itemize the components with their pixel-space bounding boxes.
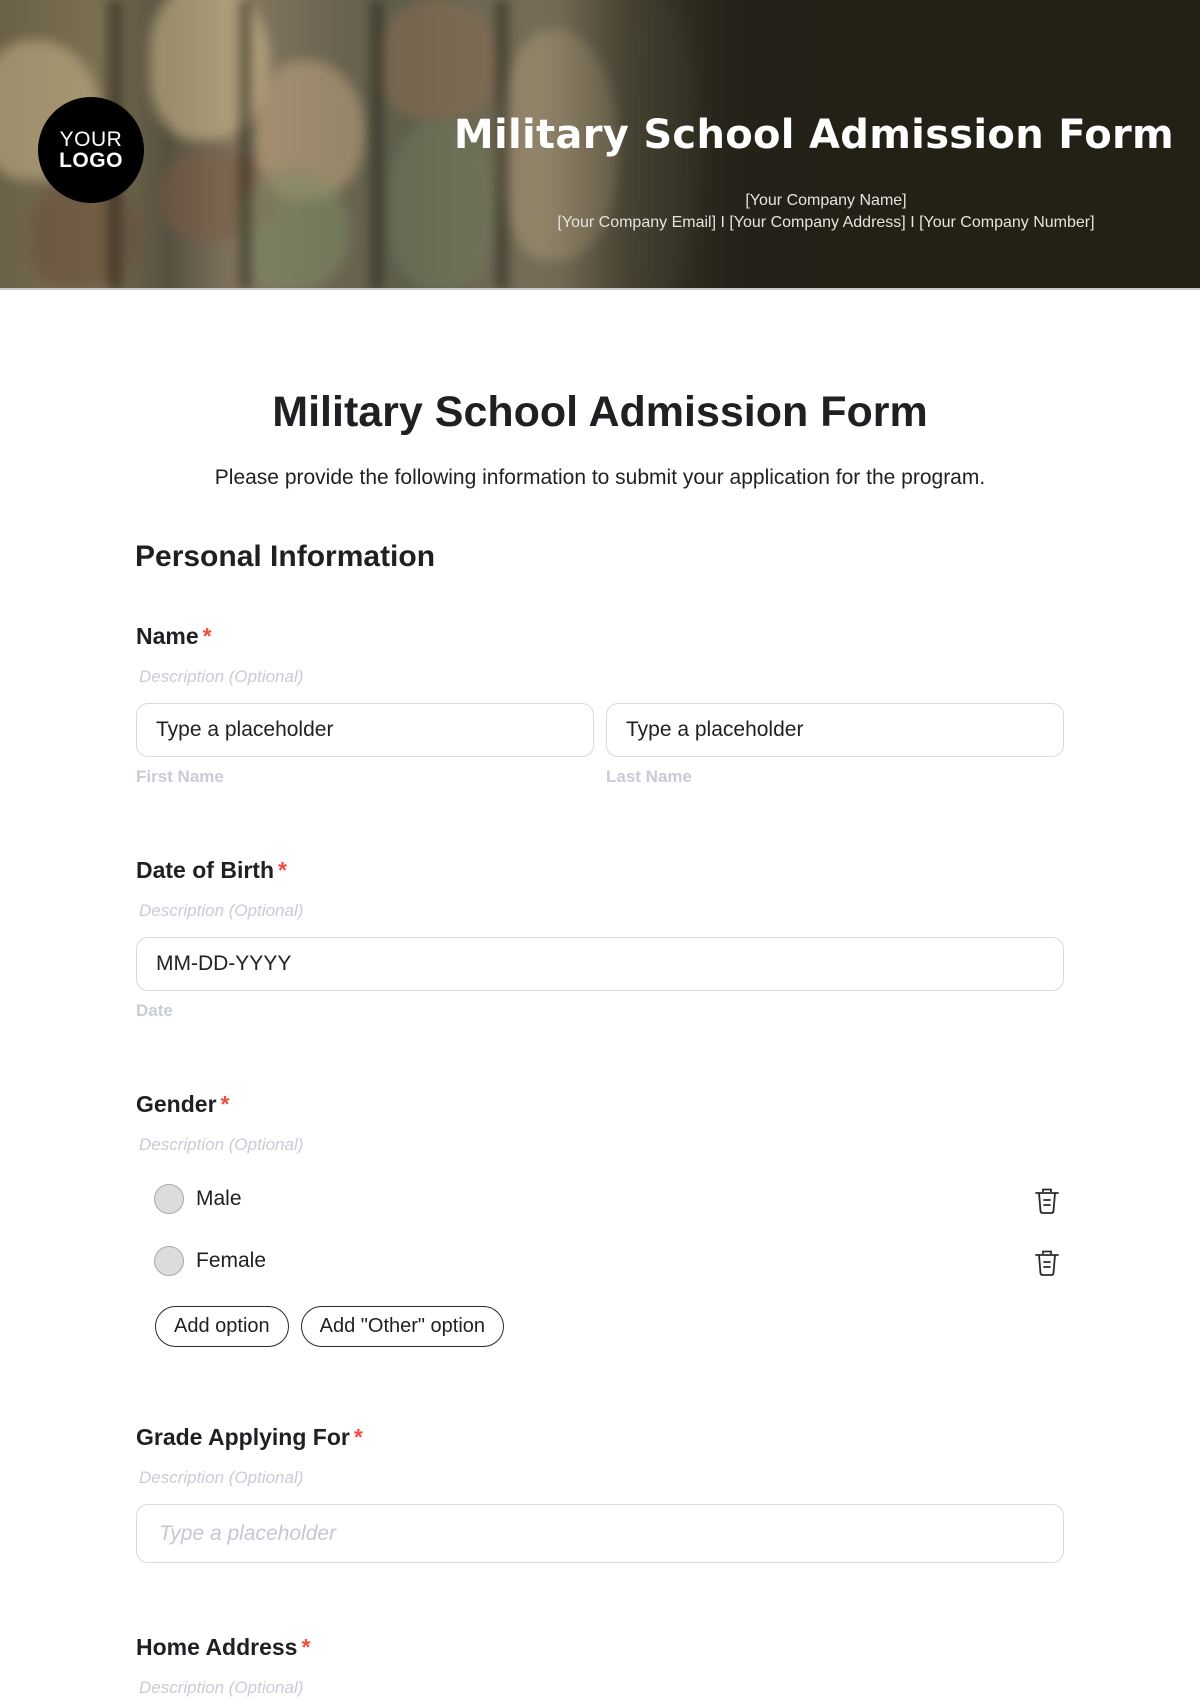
grade-applying-for-input[interactable]: Type a placeholder (136, 1504, 1064, 1563)
header-banner: YOUR LOGO Military School Admission Form… (0, 0, 1200, 290)
add-option-button[interactable]: Add option (155, 1306, 289, 1347)
company-info: [Your Company Name] [Your Company Email]… (500, 190, 1152, 234)
form-title: Military School Admission Form (272, 388, 928, 436)
question-description[interactable]: Description (Optional) (139, 901, 1064, 923)
question-description[interactable]: Description (Optional) (139, 1678, 1064, 1700)
question-label: Name * (136, 623, 1064, 653)
required-asterisk: * (278, 857, 287, 883)
question-description[interactable]: Description (Optional) (139, 1135, 1064, 1157)
required-asterisk: * (301, 1634, 311, 1660)
question-label: Grade Applying For * (136, 1424, 1064, 1454)
question-date-of-birth: Date of Birth * Description (Optional) MM… (136, 857, 1064, 1021)
trash-icon[interactable] (1034, 1249, 1060, 1277)
radio-option-female[interactable]: Female (136, 1230, 1064, 1292)
question-label-text: Home Address (136, 1634, 298, 1660)
company-name: [Your Company Name] (745, 192, 907, 209)
radio-label: Female (196, 1249, 267, 1272)
question-label: Home Address * (136, 1634, 1064, 1664)
form-subtitle: Please provide the following information… (214, 466, 986, 489)
banner-divider (0, 288, 1200, 290)
company-logo: YOUR LOGO (38, 97, 144, 203)
radio-option-male[interactable]: Male (136, 1168, 1064, 1230)
question-label-text: Date of Birth (136, 857, 274, 883)
question-label-text: Grade Applying For (136, 1424, 350, 1450)
banner-title: Military School Admission Form (453, 112, 1174, 158)
question-name: Name * Description (Optional) Type a plac… (136, 623, 1064, 787)
question-label-text: Gender (136, 1091, 217, 1117)
question-description[interactable]: Description (Optional) (139, 667, 1064, 689)
radio-options: Male Female (136, 1168, 1064, 1292)
radio-button[interactable] (154, 1246, 184, 1276)
logo-line2: LOGO (59, 149, 123, 172)
add-other-option-button[interactable]: Add "Other" option (300, 1306, 505, 1347)
required-asterisk: * (220, 1091, 230, 1117)
radio-button[interactable] (154, 1184, 184, 1214)
logo-line1: YOUR (59, 128, 123, 151)
trash-icon[interactable] (1034, 1187, 1060, 1215)
required-asterisk: * (353, 1424, 363, 1450)
date-of-birth-input[interactable]: MM-DD-YYYY (136, 937, 1064, 991)
last-name-sublabel: Last Name (606, 767, 692, 786)
question-gender: Gender * Description (Optional) Male Fema… (136, 1091, 1064, 1347)
first-name-input[interactable]: Type a placeholder (136, 703, 594, 757)
required-asterisk: * (202, 623, 212, 649)
question-home-address: Home Address * Description (Optional) (136, 1634, 1064, 1700)
first-name-sublabel: First Name (136, 767, 224, 786)
last-name-input[interactable]: Type a placeholder (606, 703, 1064, 757)
question-label: Date of Birth * (136, 857, 1064, 887)
question-description[interactable]: Description (Optional) (139, 1468, 1064, 1490)
date-sublabel: Date (136, 1001, 173, 1020)
question-label-text: Name (136, 623, 199, 649)
company-contact: [Your Company Email] I [Your Company Add… (557, 214, 1095, 231)
section-title-personal-information: Personal Information (135, 540, 436, 573)
radio-label: Male (196, 1187, 242, 1210)
option-buttons: Add option Add "Other" option (155, 1306, 1064, 1347)
question-grade-applying-for: Grade Applying For * Description (Optiona… (136, 1424, 1064, 1563)
question-label: Gender * (136, 1091, 1064, 1121)
